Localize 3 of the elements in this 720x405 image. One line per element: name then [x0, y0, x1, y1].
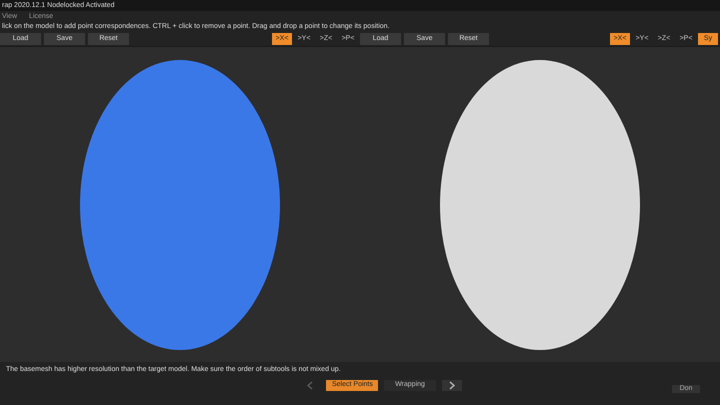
chevron-icon	[449, 380, 455, 390]
next-button[interactable]	[442, 380, 462, 390]
chevron-icon	[307, 380, 313, 390]
